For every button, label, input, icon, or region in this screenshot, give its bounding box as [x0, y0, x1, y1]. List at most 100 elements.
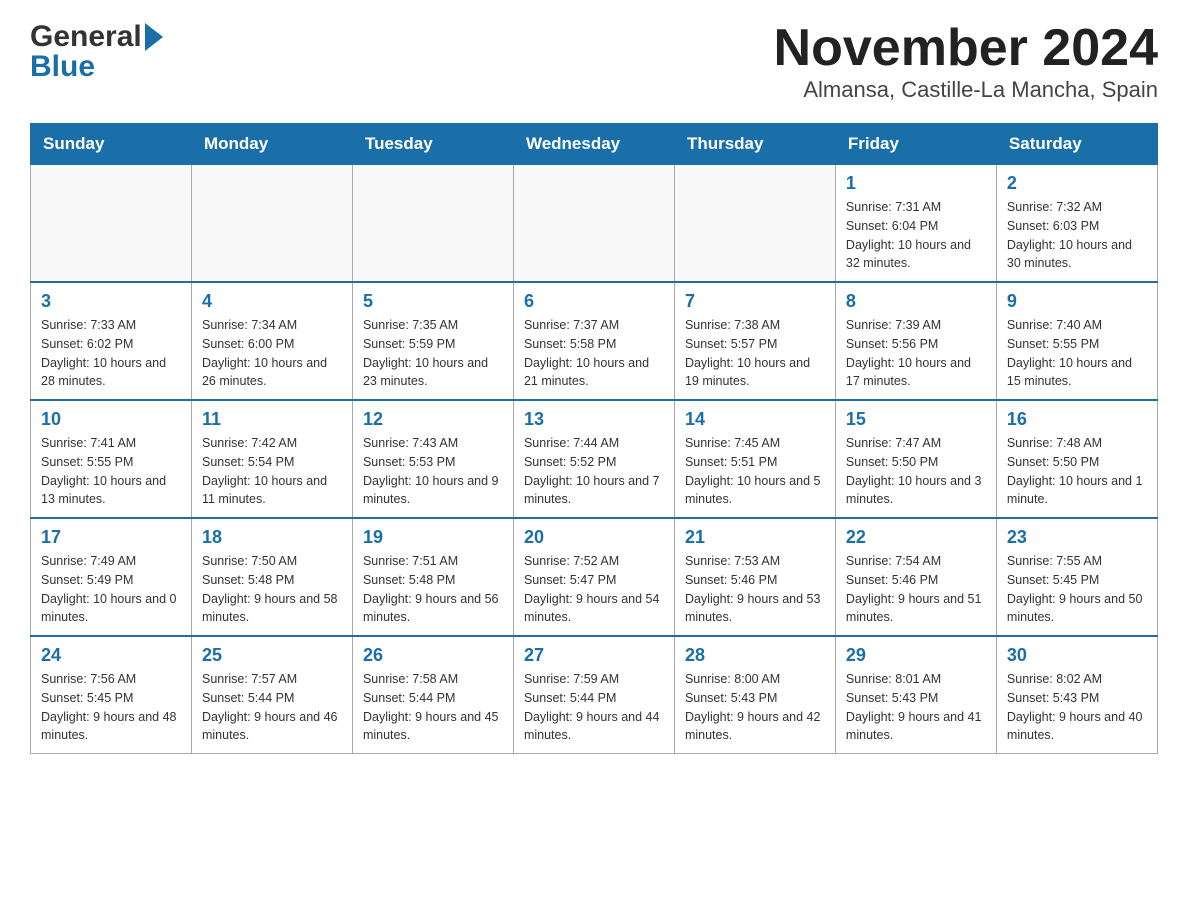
- day-number: 12: [363, 409, 503, 430]
- calendar-day-cell: [352, 165, 513, 283]
- day-info-text: Sunset: 5:59 PM: [363, 335, 503, 354]
- day-info-text: Daylight: 9 hours and 53 minutes.: [685, 590, 825, 628]
- calendar-day-cell: 29Sunrise: 8:01 AMSunset: 5:43 PMDayligh…: [835, 636, 996, 754]
- day-info-text: Sunset: 5:43 PM: [1007, 689, 1147, 708]
- day-number: 8: [846, 291, 986, 312]
- day-info-text: Sunrise: 7:58 AM: [363, 670, 503, 689]
- day-info-text: Sunset: 5:44 PM: [363, 689, 503, 708]
- calendar-week-row: 17Sunrise: 7:49 AMSunset: 5:49 PMDayligh…: [31, 518, 1158, 636]
- calendar-day-cell: 17Sunrise: 7:49 AMSunset: 5:49 PMDayligh…: [31, 518, 192, 636]
- day-info-text: Daylight: 9 hours and 45 minutes.: [363, 708, 503, 746]
- day-info-text: Daylight: 9 hours and 40 minutes.: [1007, 708, 1147, 746]
- day-info-text: Sunset: 5:50 PM: [1007, 453, 1147, 472]
- calendar-day-cell: 28Sunrise: 8:00 AMSunset: 5:43 PMDayligh…: [674, 636, 835, 754]
- day-info-text: Sunset: 5:53 PM: [363, 453, 503, 472]
- day-number: 1: [846, 173, 986, 194]
- calendar-day-cell: 9Sunrise: 7:40 AMSunset: 5:55 PMDaylight…: [996, 282, 1157, 400]
- calendar-day-cell: 25Sunrise: 7:57 AMSunset: 5:44 PMDayligh…: [191, 636, 352, 754]
- day-info-text: Sunset: 5:45 PM: [1007, 571, 1147, 590]
- day-info-text: Sunrise: 7:56 AM: [41, 670, 181, 689]
- day-number: 22: [846, 527, 986, 548]
- calendar-day-cell: 8Sunrise: 7:39 AMSunset: 5:56 PMDaylight…: [835, 282, 996, 400]
- day-info-text: Sunrise: 8:02 AM: [1007, 670, 1147, 689]
- day-info-text: Sunrise: 7:33 AM: [41, 316, 181, 335]
- day-info-text: Daylight: 10 hours and 32 minutes.: [846, 236, 986, 274]
- day-info-text: Sunrise: 7:47 AM: [846, 434, 986, 453]
- day-info-text: Daylight: 9 hours and 41 minutes.: [846, 708, 986, 746]
- day-info-text: Sunrise: 7:54 AM: [846, 552, 986, 571]
- calendar-day-cell: 3Sunrise: 7:33 AMSunset: 6:02 PMDaylight…: [31, 282, 192, 400]
- day-number: 30: [1007, 645, 1147, 666]
- day-number: 4: [202, 291, 342, 312]
- calendar-day-cell: [674, 165, 835, 283]
- calendar-day-cell: 27Sunrise: 7:59 AMSunset: 5:44 PMDayligh…: [513, 636, 674, 754]
- calendar-header-row: SundayMondayTuesdayWednesdayThursdayFrid…: [31, 124, 1158, 165]
- calendar-week-row: 24Sunrise: 7:56 AMSunset: 5:45 PMDayligh…: [31, 636, 1158, 754]
- calendar-week-row: 3Sunrise: 7:33 AMSunset: 6:02 PMDaylight…: [31, 282, 1158, 400]
- day-number: 20: [524, 527, 664, 548]
- calendar-day-cell: [513, 165, 674, 283]
- calendar-week-row: 1Sunrise: 7:31 AMSunset: 6:04 PMDaylight…: [31, 165, 1158, 283]
- calendar-day-cell: 4Sunrise: 7:34 AMSunset: 6:00 PMDaylight…: [191, 282, 352, 400]
- calendar-day-cell: 12 Sunrise: 7:43 AMSunset: 5:53 PMDayligh…: [352, 400, 513, 518]
- day-number: 6: [524, 291, 664, 312]
- day-info-text: Daylight: 10 hours and 19 minutes.: [685, 354, 825, 392]
- day-info-text: Sunrise: 7:38 AM: [685, 316, 825, 335]
- logo-arrow-icon: [145, 23, 163, 51]
- day-info-text: Sunrise: 7:49 AM: [41, 552, 181, 571]
- day-info-text: Sunrise: 8:01 AM: [846, 670, 986, 689]
- calendar-title: November 2024: [774, 20, 1158, 77]
- day-info-text: Sunrise: 7:43 AM: [363, 434, 503, 453]
- day-number: 28: [685, 645, 825, 666]
- day-info-text: Daylight: 10 hours and 9 minutes.: [363, 472, 503, 510]
- calendar-day-cell: 1Sunrise: 7:31 AMSunset: 6:04 PMDaylight…: [835, 165, 996, 283]
- calendar-day-cell: 14Sunrise: 7:45 AMSunset: 5:51 PMDayligh…: [674, 400, 835, 518]
- day-info-text: Sunset: 5:55 PM: [41, 453, 181, 472]
- day-info-text: Daylight: 9 hours and 46 minutes.: [202, 708, 342, 746]
- day-info-text: Sunrise: 7:41 AM: [41, 434, 181, 453]
- day-info-text: Sunrise: 7:39 AM: [846, 316, 986, 335]
- calendar-day-cell: 23Sunrise: 7:55 AMSunset: 5:45 PMDayligh…: [996, 518, 1157, 636]
- calendar-day-cell: 5Sunrise: 7:35 AMSunset: 5:59 PMDaylight…: [352, 282, 513, 400]
- day-info-text: Sunrise: 7:35 AM: [363, 316, 503, 335]
- day-info-text: Sunrise: 7:44 AM: [524, 434, 664, 453]
- day-info-text: Sunset: 6:03 PM: [1007, 217, 1147, 236]
- day-info-text: Sunrise: 7:50 AM: [202, 552, 342, 571]
- title-area: November 2024 Almansa, Castille-La Manch…: [774, 20, 1158, 103]
- calendar-day-cell: [191, 165, 352, 283]
- day-number: 19: [363, 527, 503, 548]
- day-info-text: Daylight: 9 hours and 44 minutes.: [524, 708, 664, 746]
- calendar-day-cell: 24Sunrise: 7:56 AMSunset: 5:45 PMDayligh…: [31, 636, 192, 754]
- day-info-text: Sunset: 5:47 PM: [524, 571, 664, 590]
- day-info-text: Sunset: 5:51 PM: [685, 453, 825, 472]
- day-info-text: Sunrise: 7:42 AM: [202, 434, 342, 453]
- calendar-day-cell: 16Sunrise: 7:48 AMSunset: 5:50 PMDayligh…: [996, 400, 1157, 518]
- calendar-day-cell: 6Sunrise: 7:37 AMSunset: 5:58 PMDaylight…: [513, 282, 674, 400]
- calendar-table: SundayMondayTuesdayWednesdayThursdayFrid…: [30, 123, 1158, 754]
- calendar-day-cell: 2Sunrise: 7:32 AMSunset: 6:03 PMDaylight…: [996, 165, 1157, 283]
- day-info-text: Sunset: 5:46 PM: [685, 571, 825, 590]
- day-number: 16: [1007, 409, 1147, 430]
- day-number: 5: [363, 291, 503, 312]
- day-number: 15: [846, 409, 986, 430]
- day-info-text: Sunset: 5:43 PM: [685, 689, 825, 708]
- day-number: 17: [41, 527, 181, 548]
- calendar-day-cell: 22Sunrise: 7:54 AMSunset: 5:46 PMDayligh…: [835, 518, 996, 636]
- day-info-text: Daylight: 9 hours and 42 minutes.: [685, 708, 825, 746]
- logo-general-text: General: [30, 20, 142, 54]
- day-info-text: Daylight: 10 hours and 7 minutes.: [524, 472, 664, 510]
- day-info-text: Daylight: 10 hours and 28 minutes.: [41, 354, 181, 392]
- weekday-header-thursday: Thursday: [674, 124, 835, 165]
- calendar-day-cell: 19Sunrise: 7:51 AMSunset: 5:48 PMDayligh…: [352, 518, 513, 636]
- day-info-text: Daylight: 10 hours and 26 minutes.: [202, 354, 342, 392]
- calendar-day-cell: 15Sunrise: 7:47 AMSunset: 5:50 PMDayligh…: [835, 400, 996, 518]
- day-info-text: Daylight: 10 hours and 11 minutes.: [202, 472, 342, 510]
- day-info-text: Sunset: 5:46 PM: [846, 571, 986, 590]
- day-number: 24: [41, 645, 181, 666]
- calendar-day-cell: 7Sunrise: 7:38 AMSunset: 5:57 PMDaylight…: [674, 282, 835, 400]
- day-number: 2: [1007, 173, 1147, 194]
- day-number: 18: [202, 527, 342, 548]
- day-info-text: Sunrise: 7:55 AM: [1007, 552, 1147, 571]
- calendar-day-cell: 11Sunrise: 7:42 AMSunset: 5:54 PMDayligh…: [191, 400, 352, 518]
- day-number: 7: [685, 291, 825, 312]
